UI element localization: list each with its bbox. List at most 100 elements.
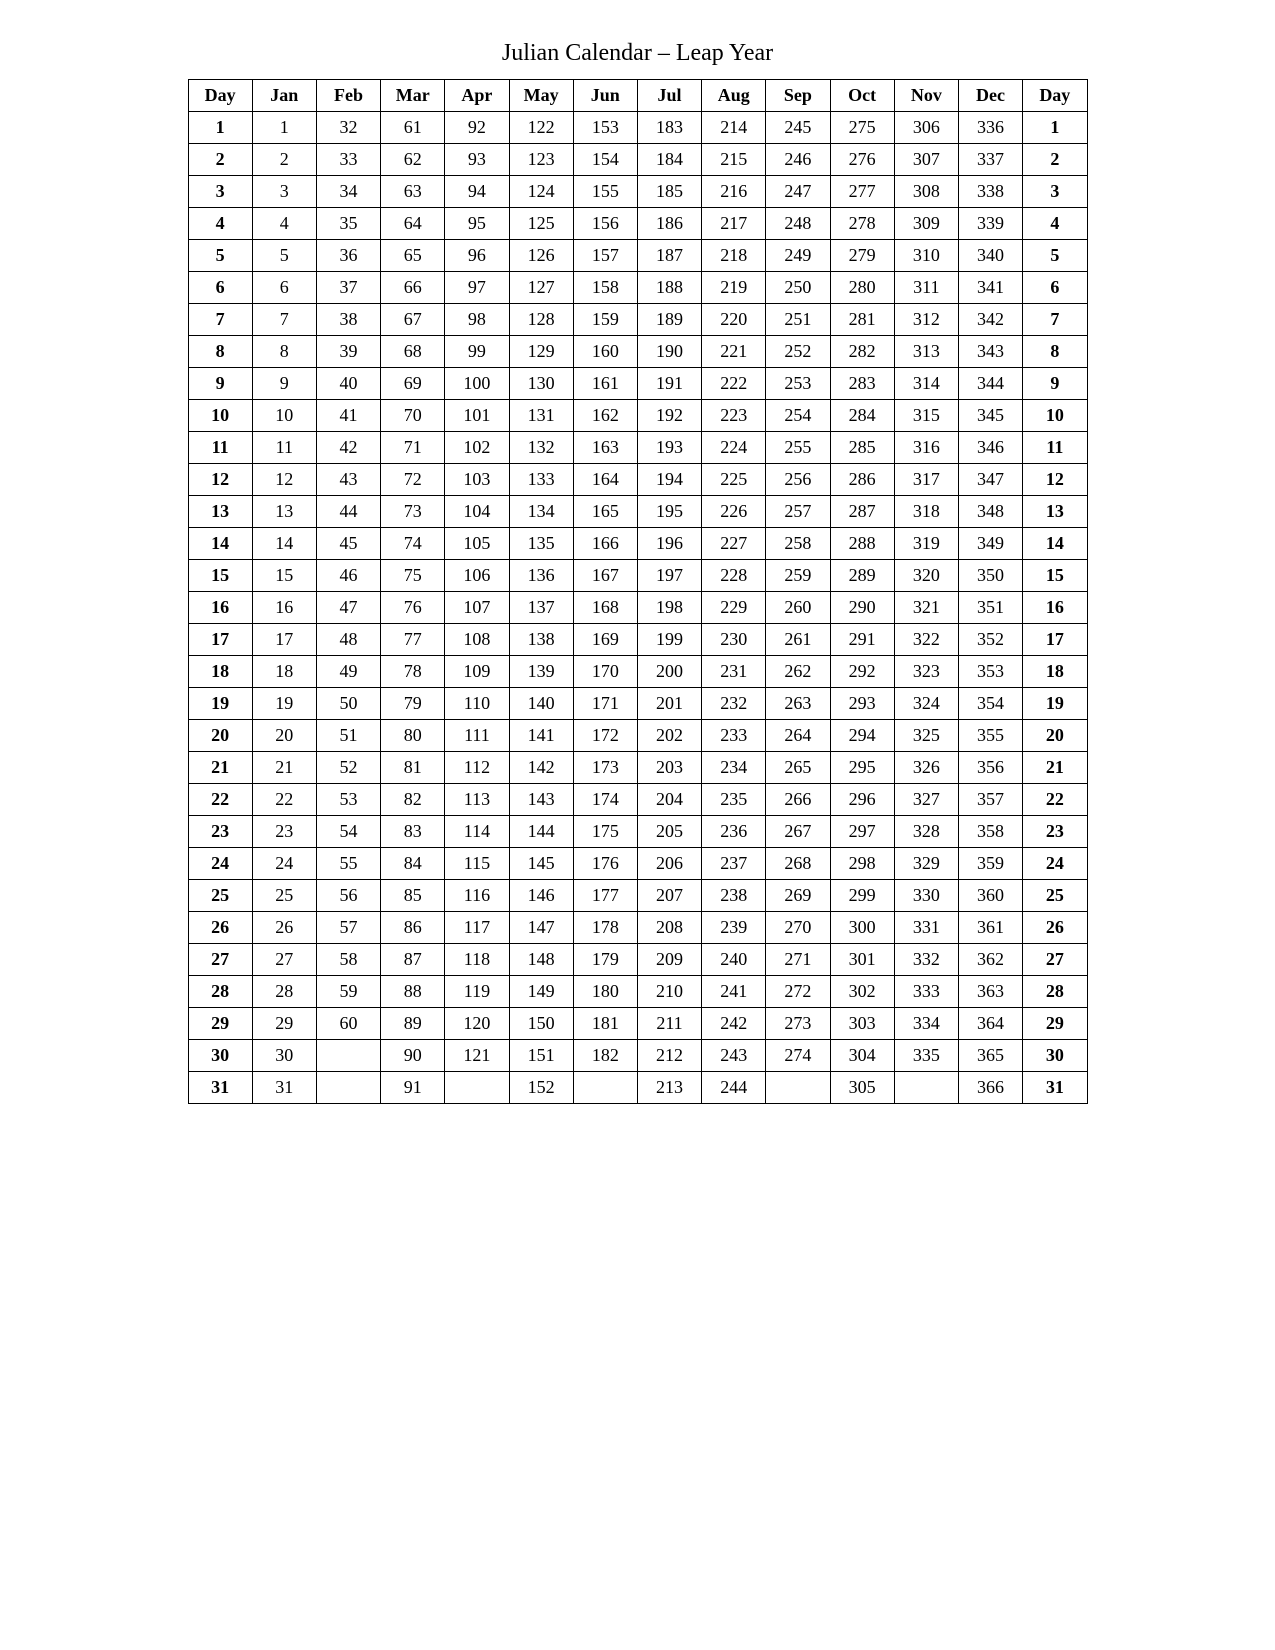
table-cell: 324 xyxy=(894,688,958,720)
table-cell: 213 xyxy=(637,1072,701,1104)
column-header-nov: Nov xyxy=(894,80,958,112)
table-cell: 302 xyxy=(830,976,894,1008)
table-cell: 339 xyxy=(958,208,1022,240)
table-cell: 24 xyxy=(252,848,316,880)
table-cell: 122 xyxy=(509,112,573,144)
table-cell: 2 xyxy=(1023,144,1087,176)
table-cell: 266 xyxy=(766,784,830,816)
table-cell: 108 xyxy=(445,624,509,656)
table-cell: 336 xyxy=(958,112,1022,144)
table-cell: 166 xyxy=(573,528,637,560)
table-cell: 116 xyxy=(445,880,509,912)
table-cell: 140 xyxy=(509,688,573,720)
table-cell: 343 xyxy=(958,336,1022,368)
table-cell: 14 xyxy=(252,528,316,560)
table-cell: 364 xyxy=(958,1008,1022,1040)
table-cell: 30 xyxy=(1023,1040,1087,1072)
column-header-aug: Aug xyxy=(702,80,766,112)
table-cell: 180 xyxy=(573,976,637,1008)
table-cell: 49 xyxy=(316,656,380,688)
table-cell: 31 xyxy=(252,1072,316,1104)
table-cell: 17 xyxy=(252,624,316,656)
table-cell: 2 xyxy=(188,144,252,176)
table-row: 883968991291601902212522823133438 xyxy=(188,336,1087,368)
table-cell: 362 xyxy=(958,944,1022,976)
table-cell: 10 xyxy=(1023,400,1087,432)
table-cell: 208 xyxy=(637,912,701,944)
table-cell: 78 xyxy=(381,656,445,688)
table-cell: 16 xyxy=(1023,592,1087,624)
table-cell: 18 xyxy=(1023,656,1087,688)
table-row: 2626578611714717820823927030033136126 xyxy=(188,912,1087,944)
table-cell: 18 xyxy=(188,656,252,688)
table-cell: 326 xyxy=(894,752,958,784)
table-cell: 144 xyxy=(509,816,573,848)
table-cell: 295 xyxy=(830,752,894,784)
column-header-dec: Dec xyxy=(958,80,1022,112)
table-cell: 109 xyxy=(445,656,509,688)
table-row: 2121528111214217320323426529532635621 xyxy=(188,752,1087,784)
table-cell: 237 xyxy=(702,848,766,880)
table-cell: 15 xyxy=(188,560,252,592)
table-cell: 34 xyxy=(316,176,380,208)
table-cell: 86 xyxy=(381,912,445,944)
table-cell: 251 xyxy=(766,304,830,336)
table-cell: 148 xyxy=(509,944,573,976)
table-cell: 230 xyxy=(702,624,766,656)
table-cell: 94 xyxy=(445,176,509,208)
table-cell: 196 xyxy=(637,528,701,560)
table-cell: 323 xyxy=(894,656,958,688)
table-cell: 129 xyxy=(509,336,573,368)
table-cell xyxy=(894,1072,958,1104)
table-cell xyxy=(573,1072,637,1104)
table-row: 2222538211314317420423526629632735722 xyxy=(188,784,1087,816)
table-cell: 246 xyxy=(766,144,830,176)
table-cell: 267 xyxy=(766,816,830,848)
table-cell xyxy=(316,1072,380,1104)
table-cell: 9 xyxy=(252,368,316,400)
table-cell: 199 xyxy=(637,624,701,656)
table-cell: 159 xyxy=(573,304,637,336)
table-cell: 203 xyxy=(637,752,701,784)
table-cell: 50 xyxy=(316,688,380,720)
table-cell: 160 xyxy=(573,336,637,368)
table-cell: 363 xyxy=(958,976,1022,1008)
table-cell: 256 xyxy=(766,464,830,496)
table-cell: 209 xyxy=(637,944,701,976)
table-cell: 63 xyxy=(381,176,445,208)
table-cell: 222 xyxy=(702,368,766,400)
table-cell: 359 xyxy=(958,848,1022,880)
table-cell: 255 xyxy=(766,432,830,464)
table-cell: 219 xyxy=(702,272,766,304)
table-cell: 252 xyxy=(766,336,830,368)
table-cell: 332 xyxy=(894,944,958,976)
table-cell: 284 xyxy=(830,400,894,432)
column-header-jan: Jan xyxy=(252,80,316,112)
table-cell: 53 xyxy=(316,784,380,816)
table-cell: 130 xyxy=(509,368,573,400)
table-cell: 184 xyxy=(637,144,701,176)
table-cell: 165 xyxy=(573,496,637,528)
table-cell: 315 xyxy=(894,400,958,432)
table-cell: 341 xyxy=(958,272,1022,304)
table-cell: 185 xyxy=(637,176,701,208)
column-header-day: Day xyxy=(188,80,252,112)
table-row: 1414457410513516619622725828831934914 xyxy=(188,528,1087,560)
table-cell: 174 xyxy=(573,784,637,816)
table-cell: 138 xyxy=(509,624,573,656)
table-cell: 26 xyxy=(252,912,316,944)
table-cell: 333 xyxy=(894,976,958,1008)
table-cell: 244 xyxy=(702,1072,766,1104)
table-cell: 20 xyxy=(188,720,252,752)
table-cell: 29 xyxy=(252,1008,316,1040)
table-cell: 119 xyxy=(445,976,509,1008)
table-cell: 1 xyxy=(188,112,252,144)
table-cell: 139 xyxy=(509,656,573,688)
table-cell: 8 xyxy=(252,336,316,368)
table-cell: 27 xyxy=(188,944,252,976)
table-cell: 309 xyxy=(894,208,958,240)
table-row: 2929608912015018121124227330333436429 xyxy=(188,1008,1087,1040)
table-cell: 289 xyxy=(830,560,894,592)
table-cell: 79 xyxy=(381,688,445,720)
table-cell: 17 xyxy=(1023,624,1087,656)
